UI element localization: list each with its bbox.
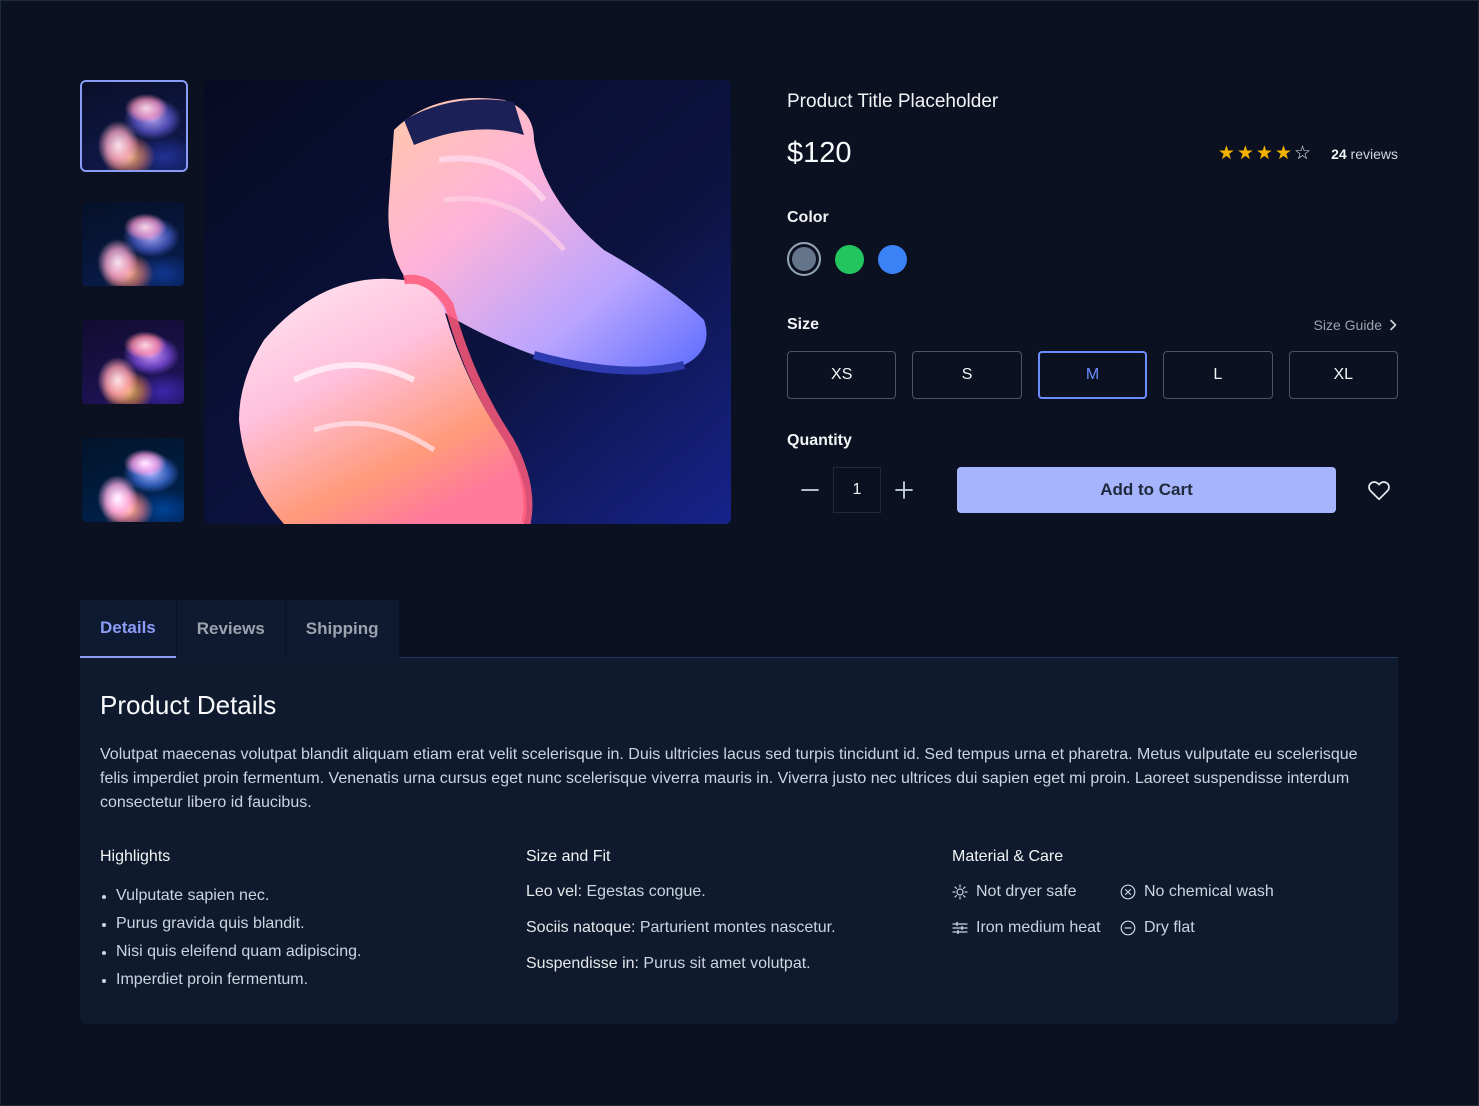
- size-options: XS S M L XL: [787, 351, 1398, 399]
- thumbnail-image: [82, 202, 184, 286]
- tab-reviews[interactable]: Reviews: [176, 600, 285, 658]
- tab-bar: Details Reviews Shipping: [80, 600, 1398, 658]
- care-item: Dry flat: [1120, 918, 1320, 938]
- details-description: Volutpat maecenas volutpat blandit aliqu…: [100, 746, 1358, 811]
- size-fit-title: Size and Fit: [526, 848, 611, 865]
- product-info: Product Title Placeholder $120 ★ ★ ★ ★ ☆…: [787, 80, 1398, 513]
- thumbnail-4[interactable]: [80, 436, 186, 524]
- heart-icon: [1368, 481, 1390, 501]
- details-title: Product Details: [100, 690, 277, 720]
- thumbnail-image: [82, 320, 184, 404]
- wishlist-button[interactable]: [1366, 477, 1392, 503]
- fit-key: Leo vel:: [526, 883, 583, 900]
- list-item: Nisi quis eleifend quam adipiscing.: [100, 938, 526, 966]
- care-label: Not dryer safe: [976, 883, 1077, 900]
- minus-circle-icon: [1120, 920, 1136, 936]
- care-label: Dry flat: [1144, 919, 1195, 936]
- x-circle-icon: [1120, 884, 1136, 900]
- star-filled-icon: ★: [1255, 143, 1273, 164]
- minus-icon: [801, 489, 819, 491]
- care-item: Iron medium heat: [952, 918, 1120, 938]
- color-swatch-blue[interactable]: [878, 244, 907, 274]
- thumbnail-1[interactable]: [80, 80, 188, 172]
- size-option-s[interactable]: S: [912, 351, 1022, 399]
- fit-item: Sociis natoque: Parturient montes nascet…: [526, 918, 952, 938]
- quantity-input[interactable]: 1: [833, 467, 881, 513]
- size-option-xs[interactable]: XS: [787, 351, 897, 399]
- details-columns: Highlights Vulputate sapien nec. Purus g…: [100, 848, 1378, 994]
- tab-details[interactable]: Details: [80, 600, 176, 658]
- thumbnail-2[interactable]: [80, 200, 186, 288]
- quantity-label: Quantity: [787, 432, 852, 449]
- color-swatch-slate[interactable]: [787, 242, 821, 276]
- care-item: Not dryer safe: [952, 882, 1120, 902]
- size-option-l[interactable]: L: [1163, 351, 1273, 399]
- fit-item: Suspendisse in: Purus sit amet volutpat.: [526, 954, 952, 974]
- star-filled-icon: ★: [1274, 143, 1293, 164]
- price-row: $120 ★ ★ ★ ★ ☆ 24 reviews: [787, 137, 1398, 170]
- product-price: $120: [787, 137, 852, 169]
- color-swatch-green[interactable]: [835, 244, 864, 274]
- highlights-list: Vulputate sapien nec. Purus gravida quis…: [100, 882, 526, 994]
- fit-value: Egestas congue.: [582, 883, 706, 900]
- list-item: Vulputate sapien nec.: [100, 882, 526, 910]
- highlights-title: Highlights: [100, 848, 171, 865]
- fit-value: Purus sit amet volutpat.: [638, 955, 811, 972]
- plus-icon: [895, 481, 913, 499]
- fit-key: Sociis natoque:: [526, 919, 636, 936]
- fit-key: Suspendisse in:: [526, 955, 639, 972]
- material-care-section: Material & Care Not dryer safe No chemic…: [952, 848, 1378, 994]
- thumbnail-image: [82, 438, 184, 522]
- star-filled-icon: ★: [1217, 143, 1235, 164]
- sun-icon: [952, 884, 968, 900]
- star-filled-icon: ★: [1236, 143, 1254, 164]
- size-fit-list: Leo vel: Egestas congue. Sociis natoque:…: [526, 882, 952, 974]
- increment-button[interactable]: [881, 467, 927, 513]
- reviews-count: 24: [1331, 145, 1347, 162]
- size-guide-link[interactable]: Size Guide: [1314, 317, 1398, 333]
- chevron-right-icon: [1390, 319, 1397, 331]
- reviews-label: reviews: [1350, 145, 1398, 162]
- buy-row: 1 Add to Cart: [787, 467, 1398, 513]
- decrement-button[interactable]: [787, 467, 833, 513]
- size-label: Size: [787, 316, 820, 333]
- thumbnail-image: [82, 82, 186, 170]
- star-empty-icon: ☆: [1294, 143, 1312, 164]
- size-guide-label: Size Guide: [1313, 317, 1382, 333]
- size-fit-section: Size and Fit Leo vel: Egestas congue. So…: [526, 848, 952, 994]
- care-item: No chemical wash: [1120, 882, 1320, 902]
- material-care-title: Material & Care: [952, 848, 1064, 865]
- tab-shipping[interactable]: Shipping: [285, 600, 399, 658]
- main-product-image: [204, 80, 731, 524]
- size-header: Size Size Guide: [787, 316, 1398, 334]
- highlights-section: Highlights Vulputate sapien nec. Purus g…: [100, 848, 526, 994]
- list-item: Purus gravida quis blandit.: [100, 910, 526, 938]
- add-to-cart-button[interactable]: Add to Cart: [957, 467, 1336, 513]
- reviews-link[interactable]: 24 reviews: [1331, 146, 1398, 162]
- thumbnail-3[interactable]: [80, 318, 186, 406]
- care-list: Not dryer safe No chemical wash Iron med…: [952, 882, 1378, 938]
- rating-stars: ★ ★ ★ ★ ☆: [1218, 144, 1311, 163]
- size-option-m[interactable]: M: [1037, 351, 1148, 399]
- fit-value: Parturient montes nascetur.: [635, 919, 836, 936]
- thumbnail-list: [80, 80, 188, 554]
- details-panel: Product Details Volutpat maecenas volutp…: [80, 658, 1398, 1024]
- size-option-xl[interactable]: XL: [1288, 351, 1398, 399]
- fit-item: Leo vel: Egestas congue.: [526, 882, 952, 902]
- rating[interactable]: ★ ★ ★ ★ ☆ 24 reviews: [1218, 144, 1398, 163]
- sliders-icon: [952, 921, 968, 935]
- care-label: Iron medium heat: [976, 919, 1101, 936]
- color-swatches: [787, 242, 1398, 276]
- list-item: Imperdiet proin fermentum.: [100, 966, 526, 994]
- care-label: No chemical wash: [1144, 883, 1274, 900]
- color-label: Color: [787, 209, 829, 226]
- product-title: Product Title Placeholder: [787, 91, 999, 112]
